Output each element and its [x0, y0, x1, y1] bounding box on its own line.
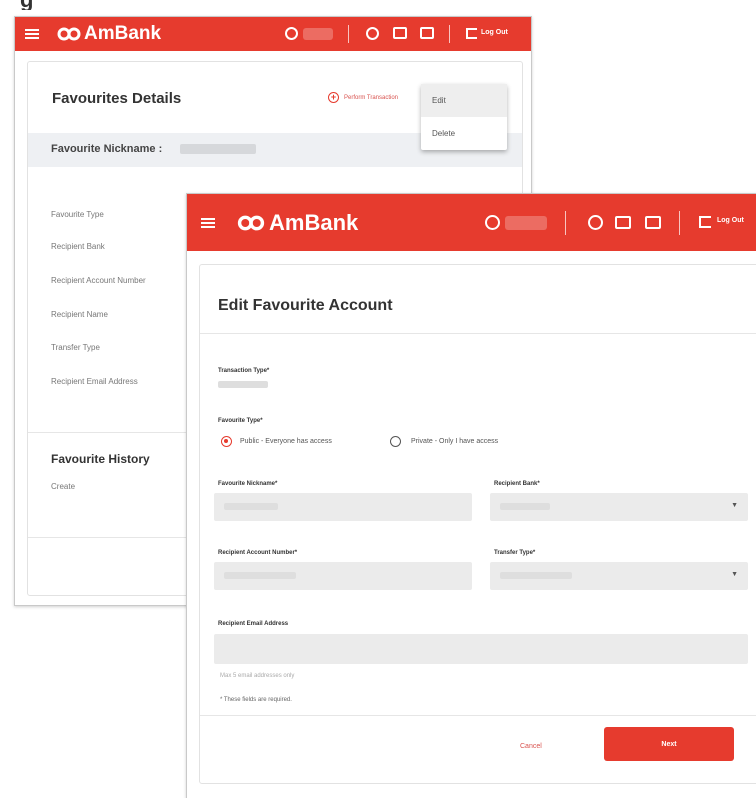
ambank-mark-icon	[57, 27, 81, 41]
favourites-details-title: Favourites Details	[52, 90, 182, 107]
transfer-type-label: Transfer Type*	[494, 550, 536, 556]
field-transfer-type: Transfer Type	[51, 343, 100, 352]
email-hint: Max 5 email addresses only	[220, 673, 295, 679]
title-divider	[200, 333, 756, 334]
inbox-icon[interactable]	[615, 216, 631, 229]
plus-circle-icon: +	[328, 92, 339, 103]
divider	[565, 211, 566, 235]
field-favourite-type: Favourite Type	[51, 210, 104, 219]
field-recipient-name: Recipient Name	[51, 310, 108, 319]
user-name-pill[interactable]	[505, 216, 547, 230]
chevron-down-icon: ▼	[731, 571, 738, 578]
menu-icon[interactable]	[201, 217, 217, 229]
perform-transaction-label: Perform Transaction	[344, 94, 399, 101]
radio-private-label: Private - Only I have access	[411, 438, 499, 445]
perform-transaction-link[interactable]: + Perform Transaction	[328, 92, 398, 103]
field-recipient-email: Recipient Email Address	[51, 377, 138, 386]
favourite-type-label: Favourite Type*	[218, 418, 263, 424]
app-header: AmBank Log Out	[15, 17, 531, 51]
radio-private[interactable]	[390, 436, 401, 447]
recipient-bank-label: Recipient Bank*	[494, 481, 540, 487]
account-number-label: Recipient Account Number*	[218, 550, 298, 556]
required-fields-note: * These fields are required.	[220, 697, 292, 703]
ambank-mark-icon	[237, 215, 265, 230]
history-item-create: Create	[51, 482, 76, 491]
footer-divider	[200, 715, 756, 716]
next-button[interactable]: Next	[604, 727, 734, 761]
edit-favourite-title: Edit Favourite Account	[218, 297, 393, 314]
nickname-label: Favourite Nickname :	[51, 143, 163, 155]
page-heading-cropped: g	[20, 0, 400, 10]
transfer-type-select[interactable]: ▼	[490, 562, 748, 590]
brand-name: AmBank	[269, 209, 359, 235]
ambank-logo[interactable]: AmBank	[57, 23, 161, 45]
edit-favourite-card: Edit Favourite Account Transaction Type*…	[199, 264, 756, 784]
logout-icon[interactable]	[466, 28, 477, 39]
recipient-bank-value-redacted	[500, 503, 550, 510]
radio-public-label: Public - Everyone has access	[240, 438, 332, 445]
cancel-button[interactable]: Cancel	[520, 743, 542, 750]
user-name-pill[interactable]	[303, 28, 333, 40]
chat-icon[interactable]	[645, 216, 661, 229]
radio-public[interactable]	[221, 436, 232, 447]
ambank-logo[interactable]: AmBank	[237, 210, 358, 236]
email-input[interactable]	[214, 634, 748, 664]
divider	[449, 25, 450, 43]
user-icon[interactable]	[285, 27, 298, 40]
menu-icon[interactable]	[25, 28, 41, 40]
field-recipient-account-number: Recipient Account Number	[51, 276, 146, 285]
chevron-down-icon: ▼	[731, 502, 738, 509]
nickname-value-redacted	[180, 144, 256, 154]
menu-item-delete[interactable]: Delete	[421, 117, 507, 150]
logout-icon[interactable]	[699, 216, 711, 228]
email-label: Recipient Email Address	[218, 621, 289, 627]
transfer-type-value-redacted	[500, 572, 572, 579]
user-icon[interactable]	[485, 215, 500, 230]
field-recipient-bank: Recipient Bank	[51, 242, 105, 251]
edit-favourite-window: AmBank Log Out Edit Favourite Account Tr…	[186, 193, 756, 798]
chat-icon[interactable]	[420, 27, 434, 39]
help-icon[interactable]	[366, 27, 379, 40]
account-number-input[interactable]	[214, 562, 472, 590]
brand-name: AmBank	[84, 23, 162, 44]
nickname-field-label: Favourite Nickname*	[218, 481, 278, 487]
recipient-bank-select[interactable]: ▼	[490, 493, 748, 521]
logout-link[interactable]: Log Out	[717, 217, 744, 224]
divider	[348, 25, 349, 43]
transaction-type-value-redacted	[218, 381, 268, 388]
help-icon[interactable]	[588, 215, 603, 230]
app-header: AmBank Log Out	[187, 194, 756, 251]
nickname-value-redacted	[224, 503, 278, 510]
nickname-input[interactable]	[214, 493, 472, 521]
actions-dropdown-menu: Edit Delete	[421, 84, 507, 150]
logout-link[interactable]: Log Out	[481, 29, 508, 36]
account-number-value-redacted	[224, 572, 296, 579]
inbox-icon[interactable]	[393, 27, 407, 39]
favourite-history-title: Favourite History	[51, 452, 150, 466]
transaction-type-label: Transaction Type*	[218, 368, 270, 374]
menu-item-edit[interactable]: Edit	[421, 84, 507, 117]
divider	[679, 211, 680, 235]
